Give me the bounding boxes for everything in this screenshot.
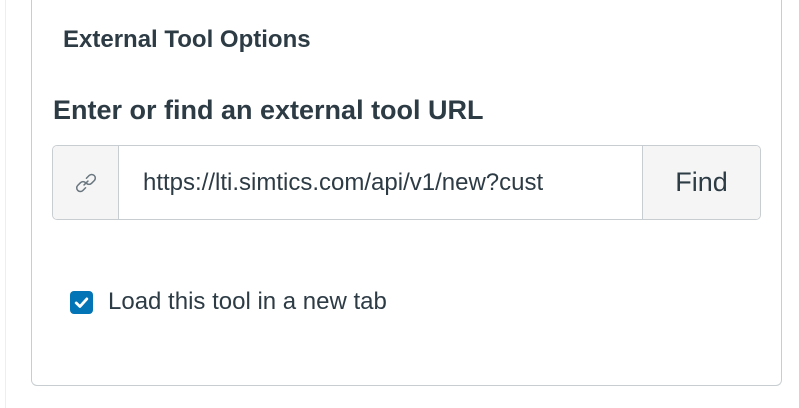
external-tool-options-panel: External Tool Options Enter or find an e… <box>31 0 782 386</box>
find-button[interactable]: Find <box>642 146 760 219</box>
url-input-group: Find <box>52 145 761 220</box>
panel-title: External Tool Options <box>63 26 311 53</box>
external-tool-page: External Tool Options Enter or find an e… <box>0 0 799 408</box>
link-icon <box>53 146 119 219</box>
new-tab-option[interactable]: Load this tool in a new tab <box>70 288 387 316</box>
url-field-label: Enter or find an external tool URL <box>53 95 484 125</box>
left-divider <box>5 0 6 408</box>
new-tab-checkbox[interactable] <box>70 290 93 314</box>
checkmark-icon <box>74 297 89 308</box>
new-tab-label: Load this tool in a new tab <box>108 288 387 315</box>
external-tool-url-input[interactable] <box>119 146 642 219</box>
